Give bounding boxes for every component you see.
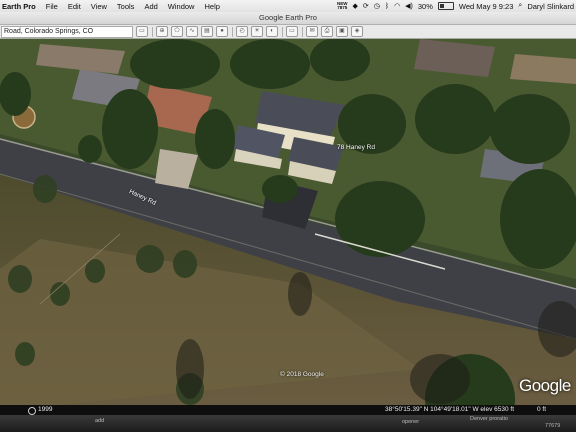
sync-icon[interactable]: ⟳ <box>363 2 369 10</box>
tour-icon[interactable]: ● <box>216 26 228 37</box>
menu-view[interactable]: View <box>86 2 112 11</box>
google-logo: Google <box>519 376 571 395</box>
toolbar-divider <box>302 26 303 37</box>
save-image-icon[interactable]: ▣ <box>336 26 348 37</box>
dropbox-icon[interactable]: ◆ <box>352 2 357 10</box>
toolbar-divider <box>282 26 283 37</box>
sun-icon[interactable]: ☀ <box>251 26 263 37</box>
new-badge-icon[interactable]: NEW 7875 <box>337 1 348 11</box>
placemark-icon[interactable]: ⊕ <box>156 26 168 37</box>
new-badge-bottom: 7875 <box>337 5 348 10</box>
spotlight-icon[interactable]: ⌕ <box>518 2 522 10</box>
path-icon[interactable]: ∿ <box>186 26 198 37</box>
dock-item[interactable]: 77679 <box>545 423 560 429</box>
user-menu[interactable]: Daryl Slinkard <box>527 2 574 11</box>
toolbar-divider <box>232 26 233 37</box>
status-bar: 1999 38°50'15.39" N 104°49'18.01" W elev… <box>0 405 576 415</box>
battery-icon[interactable] <box>437 2 454 10</box>
menu-tools[interactable]: Tools <box>112 2 140 11</box>
bluetooth-icon[interactable]: ᛒ <box>385 3 389 10</box>
menu-add[interactable]: Add <box>139 2 162 11</box>
planets-icon[interactable]: ◐ <box>266 26 278 37</box>
timemachine-icon[interactable]: ◷ <box>374 2 380 10</box>
clock[interactable]: Wed May 9 9:23 <box>459 2 513 11</box>
search-input[interactable]: Road, Colorado Springs, CO <box>1 25 133 38</box>
volume-icon[interactable]: ◀) <box>405 2 413 10</box>
email-icon[interactable]: ✉ <box>306 26 318 37</box>
print-icon[interactable]: ⎙ <box>321 26 333 37</box>
battery-percent[interactable]: 30% <box>418 2 433 11</box>
coordinates-readout: 38°50'15.39" N 104°49'18.01" W elev 6530… <box>385 406 515 413</box>
dock-item[interactable]: opener <box>402 419 419 425</box>
street-label-address: 78 Haney Rd <box>337 144 375 151</box>
window-title: Google Earth Pro <box>259 13 317 22</box>
polygon-icon[interactable]: ⬠ <box>171 26 183 37</box>
status-menus: NEW 7875 ◆ ⟳ ◷ ᛒ ◠ ◀) 30% Wed May 9 9:23… <box>337 0 574 12</box>
sidebar-toggle-icon[interactable]: ▭ <box>136 26 148 37</box>
imagery-year: 1999 <box>38 406 53 413</box>
ruler-icon[interactable]: ▭ <box>286 26 298 37</box>
window-title-bar: Google Earth Pro <box>0 12 576 25</box>
dock: add opener Denver proratio 77679 <box>0 415 576 432</box>
overlay-icon[interactable]: ▤ <box>201 26 213 37</box>
copyright-text: © 2018 Google <box>280 371 324 378</box>
history-icon[interactable]: ◴ <box>236 26 248 37</box>
map-viewport[interactable]: Haney Rd 78 Haney Rd © 2018 Google Googl… <box>0 39 576 405</box>
historical-imagery-icon[interactable] <box>28 407 36 415</box>
toolbar: Road, Colorado Springs, CO ▭ ⊕ ⬠ ∿ ▤ ● ◴… <box>0 25 576 39</box>
menu-help[interactable]: Help <box>199 2 224 11</box>
menu-file[interactable]: File <box>41 2 63 11</box>
eye-altitude: 0 ft <box>537 406 547 413</box>
wifi-icon[interactable]: ◠ <box>394 2 400 10</box>
menu-window[interactable]: Window <box>163 2 200 11</box>
app-menu[interactable]: Earth Pro <box>0 2 41 11</box>
aerial-imagery <box>0 39 576 405</box>
dock-item[interactable]: Denver proratio <box>470 416 508 422</box>
toolbar-divider <box>152 26 153 37</box>
dock-item[interactable]: add <box>95 418 104 424</box>
google-maps-icon[interactable]: ◈ <box>351 26 363 37</box>
menu-edit[interactable]: Edit <box>63 2 86 11</box>
